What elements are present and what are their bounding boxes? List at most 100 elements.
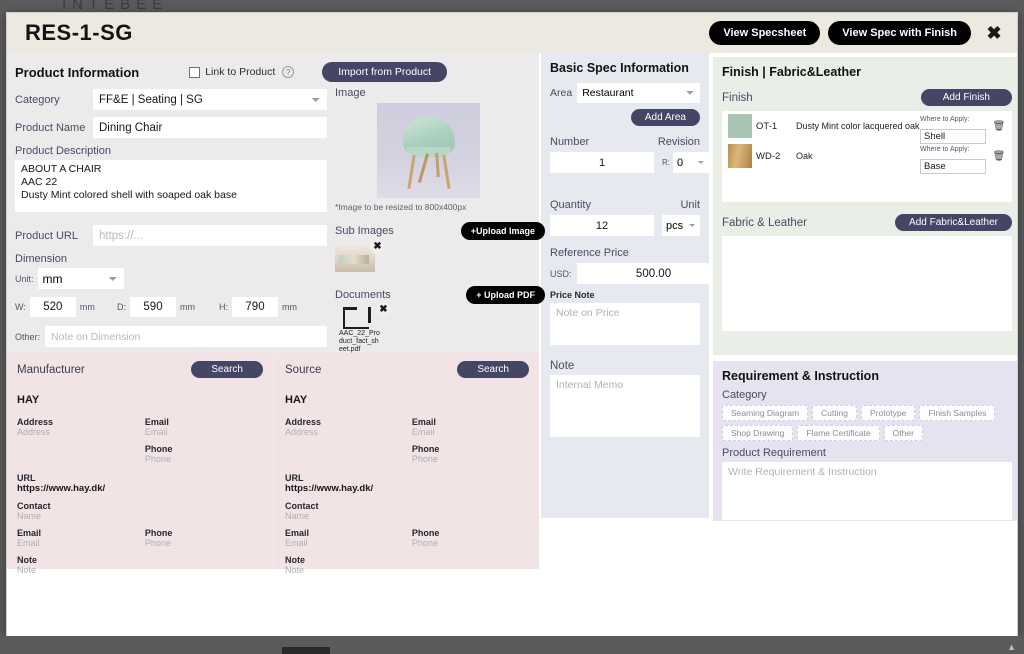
- trash-icon[interactable]: 🗑: [992, 151, 1006, 162]
- source-email2-value[interactable]: Email: [285, 538, 412, 548]
- chevron-up-icon[interactable]: ▲: [1007, 642, 1016, 652]
- quantity-label: Quantity: [550, 199, 591, 211]
- chip-cutting[interactable]: Cutting: [812, 405, 857, 421]
- manufacturer-phone-label: Phone: [144, 444, 173, 454]
- manufacturer-email2-value[interactable]: Email: [17, 538, 145, 548]
- remove-sub-image-close-icon[interactable]: ✖: [370, 239, 385, 254]
- product-image[interactable]: [377, 103, 480, 198]
- revision-select[interactable]: 0: [673, 152, 709, 173]
- right-column: Finish | Fabric&Leather Finish Add Finis…: [709, 53, 1017, 521]
- remove-document-close-icon[interactable]: ✖: [376, 302, 391, 317]
- manufacturer-search-button[interactable]: Search: [191, 361, 263, 378]
- upload-pdf-button[interactable]: + Upload PDF: [466, 286, 545, 304]
- browser-tab-indicator[interactable]: [282, 647, 330, 654]
- source-brand: HAY: [285, 394, 308, 406]
- finish-header: Finish Add Finish: [722, 89, 1012, 106]
- view-spec-with-finish-button[interactable]: View Spec with Finish: [828, 21, 971, 45]
- height-unit: mm: [282, 302, 297, 312]
- dimension-unit-select[interactable]: mm: [37, 268, 124, 289]
- depth-unit: mm: [180, 302, 195, 312]
- internal-memo-textarea[interactable]: [550, 375, 700, 437]
- add-area-button[interactable]: Add Area: [630, 109, 700, 126]
- product-description-textarea[interactable]: ABOUT A CHAIR AAC 22 Dusty Mint colored …: [15, 160, 327, 212]
- manufacturer-url-value[interactable]: https://www.hay.dk/: [17, 483, 263, 494]
- page-title: RES-1-SG: [25, 20, 133, 45]
- add-finish-button[interactable]: Add Finish: [920, 89, 1012, 106]
- documents-label: Documents: [335, 289, 391, 301]
- chip-seaming-diagram[interactable]: Seaming Diagram: [722, 405, 809, 421]
- chair-leg-shape: [442, 154, 451, 190]
- manufacturer-contact-value[interactable]: Name: [17, 511, 263, 521]
- source-email-value[interactable]: Email: [412, 427, 529, 437]
- source-contact-grid: Address Address Email Email Phone Phone: [285, 417, 529, 471]
- category-row: Category FF&E | Seating | SG: [15, 89, 327, 110]
- area-label: Area: [550, 87, 573, 99]
- source-contact-value[interactable]: Name: [285, 511, 529, 521]
- document-item: ✖ AAC_22_Product_fact_sheet.pdf: [339, 302, 391, 354]
- source-contact-label: Contact: [285, 501, 319, 511]
- source-phone2-value[interactable]: Phone: [412, 538, 529, 548]
- bottom-browser-strip: ▲: [0, 636, 1024, 654]
- width-unit: mm: [79, 302, 95, 312]
- sub-images-label: Sub Images: [335, 225, 394, 237]
- chip-shop-drawing[interactable]: Shop Drawing: [722, 425, 794, 441]
- import-from-product-button[interactable]: Import from Product: [322, 62, 448, 82]
- manufacturer-note-value[interactable]: Note: [17, 565, 263, 575]
- source-search-button[interactable]: Search: [457, 361, 529, 378]
- question-mark-icon[interactable]: ?: [282, 66, 295, 78]
- source-note-value[interactable]: Note: [285, 565, 529, 575]
- finish-name: Oak: [796, 150, 813, 161]
- source-contact-row: Email Email Phone Phone: [285, 528, 529, 555]
- source-address-value[interactable]: Address: [285, 427, 412, 437]
- source-phone-value[interactable]: Phone: [412, 454, 529, 464]
- manufacturer-address-value[interactable]: Address: [17, 427, 145, 437]
- quantity-input[interactable]: [550, 215, 654, 236]
- view-specsheet-button[interactable]: View Specsheet: [709, 21, 821, 45]
- depth-input[interactable]: [130, 297, 176, 317]
- close-icon[interactable]: ✖: [981, 20, 1007, 46]
- manufacturer-address-col: Address Address: [17, 417, 145, 471]
- width-input[interactable]: [29, 297, 76, 317]
- chair-leg-shape: [407, 154, 416, 190]
- sub-image-thumbnail[interactable]: [335, 246, 375, 272]
- product-requirement-textarea[interactable]: [722, 462, 1012, 520]
- product-name-input[interactable]: [93, 117, 327, 138]
- area-select[interactable]: Restaurant: [577, 83, 700, 103]
- price-input[interactable]: [576, 263, 731, 284]
- manufacturer-phone2-value[interactable]: Phone: [145, 538, 263, 548]
- chip-flame-certificate[interactable]: Flame Certificate: [797, 425, 880, 441]
- source-email-label: Email: [411, 417, 436, 427]
- height-input[interactable]: [232, 297, 278, 317]
- link-to-product-checkbox[interactable]: [189, 66, 201, 78]
- category-select[interactable]: FF&E | Seating | SG: [93, 89, 327, 110]
- unit-select[interactable]: pcs: [662, 215, 700, 236]
- manufacturer-address-label: Address: [17, 417, 54, 427]
- chip-finish-samples[interactable]: Finish Samples: [919, 405, 996, 421]
- number-input[interactable]: [550, 152, 654, 173]
- trash-icon[interactable]: 🗑: [992, 121, 1006, 132]
- where-to-apply-label: Where to Apply:: [920, 146, 970, 153]
- pdf-file-icon[interactable]: [343, 307, 371, 329]
- media-column: Image *Image to be resized to 800x400px …: [335, 83, 545, 369]
- manufacturer-email-value[interactable]: Email: [145, 427, 263, 437]
- product-requirement-label: Product Requirement: [722, 447, 826, 459]
- revision-label: Revision: [657, 136, 700, 148]
- manufacturer-phone-value[interactable]: Phone: [145, 454, 263, 464]
- where-to-apply-input[interactable]: [920, 159, 986, 174]
- manufacturer-brand: HAY: [17, 394, 40, 406]
- manufacturer-url-group: URL https://www.hay.dk/ Contact Name: [17, 473, 263, 521]
- upload-image-button[interactable]: +Upload Image: [460, 222, 545, 240]
- width-group: W: mm: [15, 297, 117, 317]
- chip-prototype[interactable]: Prototype: [860, 405, 916, 421]
- product-url-input[interactable]: [93, 225, 327, 246]
- other-dimension-input[interactable]: [45, 326, 327, 347]
- chip-other[interactable]: Other: [883, 425, 923, 441]
- product-url-row: Product URL: [15, 225, 327, 246]
- price-note-textarea[interactable]: [550, 303, 700, 345]
- basic-spec-title: Basic Spec Information: [550, 61, 689, 75]
- other-dimension-row: Other:: [15, 326, 327, 347]
- manufacturer-contact-grid: Address Address Email Email Phone Phone: [17, 417, 263, 471]
- finish-code: WD-2: [756, 150, 781, 162]
- add-fabric-leather-button[interactable]: Add Fabric&Leather: [895, 214, 1012, 231]
- source-url-value[interactable]: https://www.hay.dk/: [285, 483, 529, 494]
